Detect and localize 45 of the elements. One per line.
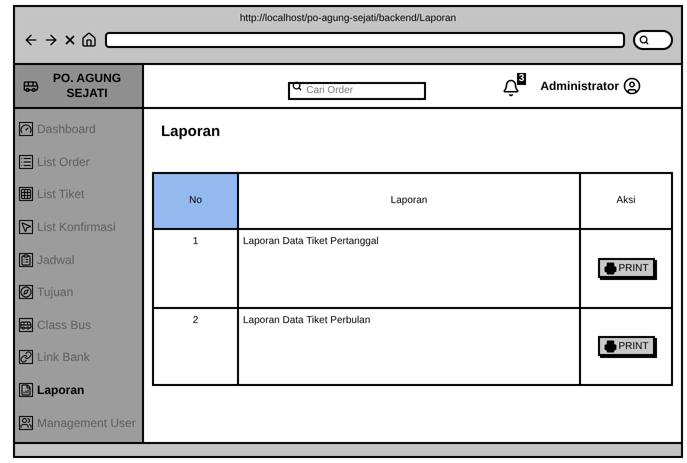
chart-file-icon	[19, 383, 33, 398]
sidebar-item[interactable]: Class Bus	[15, 308, 142, 342]
sidebar-item[interactable]: List Konfirmasi	[15, 210, 142, 244]
notification-badge: 3	[516, 73, 526, 85]
back-icon[interactable]	[23, 32, 39, 48]
user-name: Administrator	[540, 78, 619, 95]
column-header: No	[154, 174, 237, 228]
table-cell-text: 2	[192, 314, 200, 328]
search-button[interactable]	[633, 30, 673, 50]
notification-icon[interactable]	[502, 79, 520, 97]
user-icon[interactable]	[623, 77, 641, 95]
link-icon	[19, 350, 33, 364]
gauge-icon	[19, 122, 33, 136]
clipboard-icon	[19, 252, 33, 267]
page-title: Laporan	[161, 122, 222, 142]
grid-icon	[19, 187, 33, 202]
table-cell-text: 1	[192, 234, 200, 248]
sidebar-item[interactable]: Management User	[15, 406, 142, 439]
sidebar-item[interactable]: Jadwal	[15, 243, 142, 276]
pointer-icon	[19, 220, 33, 234]
table-cell: Laporan Data Tiket Pertanggal	[237, 230, 579, 306]
address-bar[interactable]	[105, 32, 625, 48]
search-field[interactable]: Cari Order	[288, 82, 426, 100]
compass-icon	[19, 285, 33, 300]
printer-icon	[604, 340, 616, 352]
forward-icon[interactable]	[43, 32, 59, 48]
page-url: http://localhost/po-agung-sejati/backend/Laporan	[238, 12, 458, 26]
sidebar-item[interactable]: List Tiket	[15, 178, 142, 211]
printer-icon	[604, 262, 616, 274]
sidebar-item[interactable]: Laporan	[15, 374, 142, 406]
print-button[interactable]: PRINT	[598, 336, 654, 356]
sidebar-item[interactable]: Tujuan	[15, 276, 142, 309]
print-button[interactable]: PRINT	[598, 258, 654, 278]
search-icon	[292, 81, 302, 91]
search-icon	[639, 35, 649, 45]
users-icon	[19, 416, 33, 430]
close-icon[interactable]	[63, 33, 77, 47]
brand-name: PO. AGUNG SEJATI	[52, 71, 122, 101]
bus-icon	[19, 318, 33, 332]
list-icon	[19, 154, 33, 169]
home-icon[interactable]	[81, 32, 97, 48]
sidebar-item[interactable]: Dashboard	[15, 113, 142, 146]
table-cell: Laporan Data Tiket Perbulan	[237, 308, 579, 384]
sidebar-item[interactable]: Link Bank	[15, 341, 142, 374]
sidebar-item[interactable]: List Order	[15, 146, 142, 178]
